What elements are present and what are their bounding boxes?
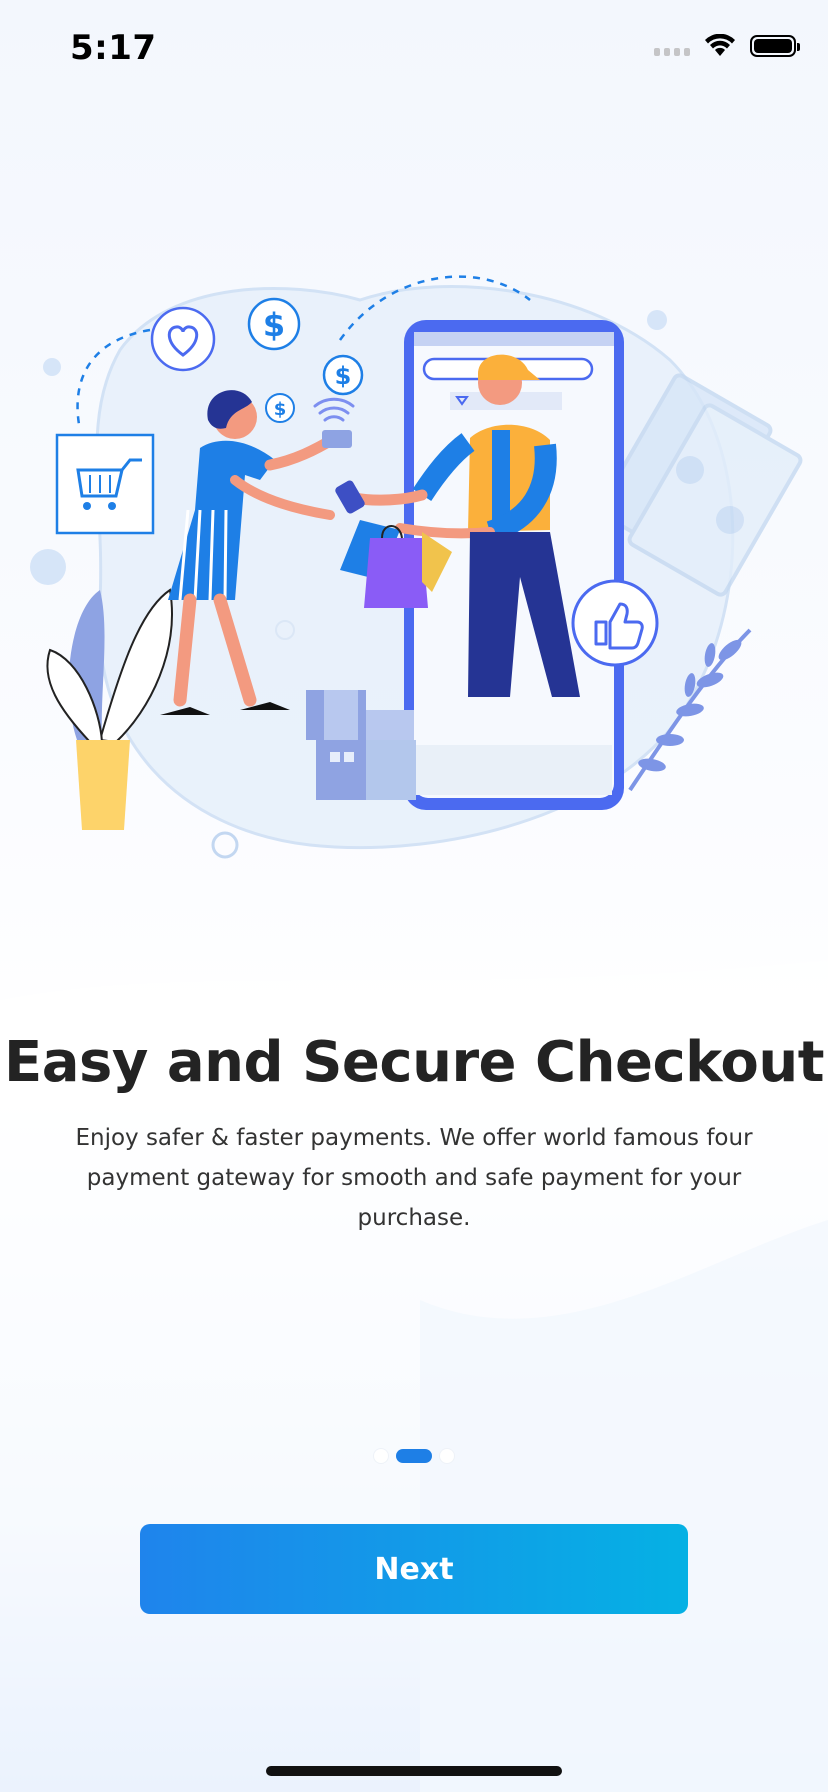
page-indicator xyxy=(0,1449,828,1463)
page-dot-2-active[interactable] xyxy=(396,1449,432,1463)
cellular-signal-icon xyxy=(654,36,690,56)
onboarding-description: Enjoy safer & faster payments. We offer … xyxy=(75,1125,753,1231)
onboarding-title: Easy and Secure Checkout xyxy=(3,1030,825,1095)
thumbs-up-icon xyxy=(571,579,659,667)
page-dot-3[interactable] xyxy=(440,1449,454,1463)
status-icons xyxy=(654,34,800,58)
battery-icon xyxy=(750,35,800,57)
next-button[interactable]: Next xyxy=(140,1524,688,1614)
svg-text:$: $ xyxy=(335,362,352,390)
page-dot-1[interactable] xyxy=(374,1449,388,1463)
status-bar: 5:17 xyxy=(0,0,828,100)
heart-icon xyxy=(150,306,216,372)
status-time: 5:17 xyxy=(70,28,157,68)
svg-text:$: $ xyxy=(274,399,287,420)
checkout-illustration: $ $ $ xyxy=(30,275,803,859)
credit-card-icon xyxy=(322,430,352,448)
home-indicator[interactable] xyxy=(266,1766,562,1776)
cart-icon xyxy=(55,433,155,535)
wifi-icon xyxy=(705,34,735,56)
svg-text:$: $ xyxy=(263,306,285,344)
